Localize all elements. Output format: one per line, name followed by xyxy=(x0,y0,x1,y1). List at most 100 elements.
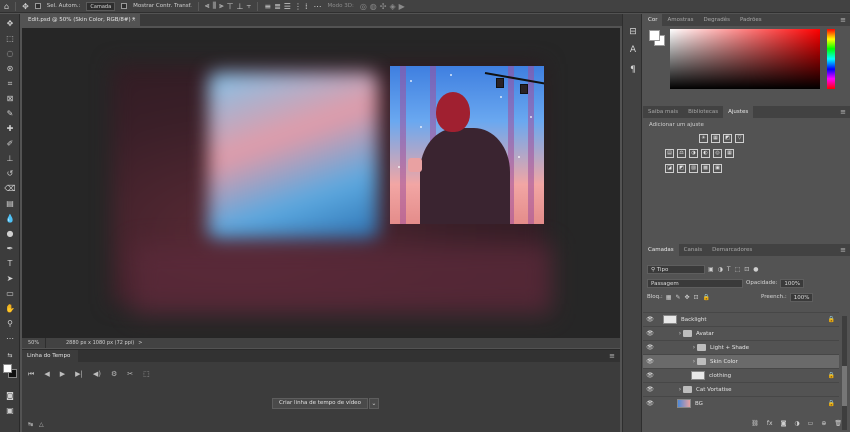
tab-patterns[interactable]: Padrões xyxy=(735,14,767,26)
levels-icon[interactable]: ▦ xyxy=(711,134,720,143)
filter-toggle-icon[interactable]: ● xyxy=(753,266,758,273)
align-center-icon[interactable]: ⫼ xyxy=(212,1,216,11)
align-left-icon[interactable]: ⫷ xyxy=(205,1,210,11)
distribute-icon[interactable]: ⁞ xyxy=(305,2,308,11)
dodge-tool-icon[interactable]: ● xyxy=(4,228,16,240)
go-to-first-frame-icon[interactable]: ⏮ xyxy=(28,370,34,379)
close-tab-icon[interactable]: × xyxy=(131,14,136,26)
history-brush-tool-icon[interactable]: ↺ xyxy=(4,168,16,180)
black-white-icon[interactable]: ◐ xyxy=(701,149,710,158)
lock-all-icon[interactable]: 🔒 xyxy=(703,294,710,301)
frame-tool-icon[interactable]: ⊠ xyxy=(4,93,16,105)
auto-select-dropdown[interactable]: Camada xyxy=(86,1,116,11)
new-layer-icon[interactable]: ⊕ xyxy=(821,420,826,430)
more-tools-icon[interactable]: ⋯ xyxy=(4,333,16,345)
delete-layer-icon[interactable]: 🗑 xyxy=(834,420,842,430)
zoom-tool-icon[interactable]: ⚲ xyxy=(4,318,16,330)
swap-colors-icon[interactable]: ⇆ xyxy=(4,350,16,362)
tab-paths[interactable]: Demarcadores xyxy=(707,244,757,256)
clone-stamp-tool-icon[interactable]: ⊥ xyxy=(4,153,16,165)
show-transform-checkbox[interactable] xyxy=(121,3,128,9)
posterize-icon[interactable]: ◩ xyxy=(677,164,686,173)
tab-libraries[interactable]: Bibliotecas xyxy=(683,106,723,118)
link-layers-icon[interactable]: ⛓ xyxy=(751,420,759,430)
filter-adjust-icon[interactable]: ◑ xyxy=(718,266,723,273)
panel-menu-icon[interactable]: ≡ xyxy=(609,350,615,362)
layer-row[interactable]: 👁 clothing 🔒 xyxy=(643,368,839,382)
audio-icon[interactable]: ◀) xyxy=(93,370,101,379)
next-frame-icon[interactable]: ▶| xyxy=(75,370,83,379)
photo-filter-icon[interactable]: ◎ xyxy=(713,149,722,158)
selective-color-icon[interactable]: ▩ xyxy=(701,164,710,173)
marquee-tool-icon[interactable]: ⬚ xyxy=(4,33,16,45)
hand-tool-icon[interactable]: ✋ xyxy=(4,303,16,315)
character-panel-icon[interactable]: A xyxy=(627,44,639,56)
document-canvas[interactable] xyxy=(112,64,552,314)
filter-smart-icon[interactable]: ⊡ xyxy=(744,266,749,273)
home-icon[interactable]: ⌂ xyxy=(4,2,9,11)
paragraph-panel-icon[interactable]: ¶ xyxy=(627,64,639,76)
slide-3d-icon[interactable]: ◈ xyxy=(389,2,395,11)
move-tool-icon[interactable]: ✥ xyxy=(22,2,29,11)
distribute-icon[interactable]: ☰ xyxy=(284,2,291,11)
filter-type-icon[interactable]: T xyxy=(727,266,731,273)
zoom-out-icon[interactable]: △ xyxy=(39,421,44,428)
lock-pixels-icon[interactable]: ✎ xyxy=(675,294,680,301)
status-menu-chevron[interactable]: > xyxy=(138,340,142,346)
lock-transparent-icon[interactable]: ▦ xyxy=(666,294,672,301)
filter-shape-icon[interactable]: ⬚ xyxy=(735,266,741,273)
tab-layers[interactable]: Camadas xyxy=(643,244,679,256)
quick-mask-icon[interactable]: ◙ xyxy=(4,390,16,402)
foreground-swatch[interactable] xyxy=(649,30,660,41)
visibility-eye-icon[interactable]: 👁 xyxy=(643,358,657,365)
eraser-tool-icon[interactable]: ⌫ xyxy=(4,183,16,195)
visibility-eye-icon[interactable]: 👁 xyxy=(643,344,657,351)
move-tool-icon[interactable]: ✥ xyxy=(4,18,16,30)
lock-position-icon[interactable]: ✥ xyxy=(684,294,689,301)
new-group-icon[interactable]: ▭ xyxy=(808,420,814,430)
layer-row[interactable]: 👁 Backlight 🔒 xyxy=(643,312,839,326)
brush-tool-icon[interactable]: ✐ xyxy=(4,138,16,150)
tab-gradients[interactable]: Degradês xyxy=(698,14,734,26)
healing-brush-tool-icon[interactable]: ✚ xyxy=(4,123,16,135)
foreground-color-swatch[interactable] xyxy=(3,364,12,373)
auto-select-checkbox[interactable] xyxy=(34,3,41,9)
rectangle-tool-icon[interactable]: ▭ xyxy=(4,288,16,300)
lock-artboard-icon[interactable]: ⊡ xyxy=(694,294,699,301)
layer-row[interactable]: 👁 BG 🔒 xyxy=(643,396,839,410)
pen-tool-icon[interactable]: ✒ xyxy=(4,243,16,255)
visibility-eye-icon[interactable]: 👁 xyxy=(643,316,657,323)
vibrance-icon[interactable]: ▤ xyxy=(665,149,674,158)
distribute-icon[interactable]: ≣ xyxy=(274,2,281,11)
more-icon[interactable]: ⋯ xyxy=(314,2,322,11)
layer-filter-dropdown[interactable]: ⚲ Tipo xyxy=(647,264,705,274)
tab-adjustments[interactable]: Ajustes xyxy=(723,106,754,118)
create-video-timeline-button[interactable]: Criar linha de tempo de vídeo xyxy=(272,398,368,409)
align-bottom-icon[interactable]: ⫟ xyxy=(247,1,252,11)
distribute-icon[interactable]: ≡ xyxy=(264,2,271,11)
tab-color[interactable]: Cor xyxy=(643,14,663,26)
scrollbar-thumb[interactable] xyxy=(842,366,847,406)
panel-menu-icon[interactable]: ≡ xyxy=(840,14,850,26)
align-top-icon[interactable]: ⊤ xyxy=(227,2,234,11)
layers-scrollbar[interactable] xyxy=(842,316,847,430)
align-middle-icon[interactable]: ⊥ xyxy=(237,2,244,11)
crop-tool-icon[interactable]: ⌗ xyxy=(4,78,16,90)
channel-mixer-icon[interactable]: ▦ xyxy=(725,149,734,158)
screen-mode-icon[interactable]: ▣ xyxy=(4,405,16,417)
layer-row[interactable]: 👁 › Light + Shade xyxy=(643,340,839,354)
properties-icon[interactable]: ⊟ xyxy=(627,26,639,38)
path-select-tool-icon[interactable]: ➤ xyxy=(4,273,16,285)
filter-pixel-icon[interactable]: ▣ xyxy=(708,266,714,273)
align-right-icon[interactable]: ⫸ xyxy=(219,1,224,11)
layer-row[interactable]: 👁 › Avatar xyxy=(643,326,839,340)
lasso-tool-icon[interactable]: ◌ xyxy=(4,48,16,60)
add-mask-icon[interactable]: ◙ xyxy=(781,420,787,430)
quick-select-tool-icon[interactable]: ⊛ xyxy=(4,63,16,75)
hue-saturation-icon[interactable]: ⚖ xyxy=(677,149,686,158)
new-adjustment-icon[interactable]: ◑ xyxy=(794,420,799,430)
eyedropper-tool-icon[interactable]: ✎ xyxy=(4,108,16,120)
video-camera-icon[interactable]: ▶ xyxy=(399,2,405,11)
timeline-type-dropdown[interactable]: ⌄ xyxy=(368,398,379,409)
opacity-input[interactable]: 100% xyxy=(780,278,805,288)
